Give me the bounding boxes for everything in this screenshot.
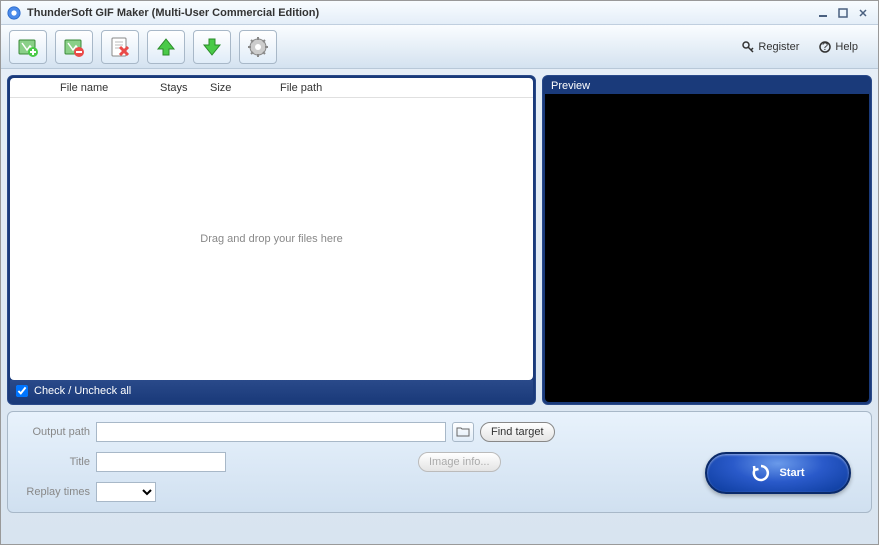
output-path-input[interactable] (96, 422, 446, 442)
start-area: Start (705, 422, 859, 502)
refresh-icon (751, 463, 771, 483)
preview-panel: Preview (542, 75, 872, 405)
help-icon: ? (819, 41, 831, 53)
minimize-button[interactable] (814, 6, 832, 20)
check-all-label: Check / Uncheck all (34, 385, 131, 397)
find-target-button[interactable]: Find target (480, 422, 555, 442)
app-icon (7, 6, 21, 20)
remove-files-button[interactable] (55, 30, 93, 64)
preview-canvas (545, 94, 869, 402)
title-label: Title (20, 456, 90, 468)
replay-row: Replay times (20, 482, 705, 502)
check-all-checkbox[interactable] (16, 385, 28, 397)
replay-label: Replay times (20, 486, 90, 498)
toolbar: Register ? Help (1, 25, 878, 69)
move-down-button[interactable] (193, 30, 231, 64)
svg-text:?: ? (822, 41, 828, 53)
help-label: Help (835, 41, 858, 53)
output-path-label: Output path (20, 426, 90, 438)
dropzone-text: Drag and drop your files here (200, 233, 342, 245)
content-area: File name Stays Size File path Drag and … (1, 69, 878, 544)
output-path-row: Output path Find target (20, 422, 705, 442)
panels-row: File name Stays Size File path Drag and … (7, 75, 872, 405)
register-label: Register (758, 41, 799, 53)
help-link[interactable]: ? Help (819, 41, 858, 53)
titlebar: ThunderSoft GIF Maker (Multi-User Commer… (1, 1, 878, 25)
add-files-button[interactable] (9, 30, 47, 64)
start-label: Start (779, 467, 804, 479)
replay-select[interactable] (96, 482, 156, 502)
register-link[interactable]: Register (742, 41, 799, 53)
window-controls (814, 6, 872, 20)
preview-label: Preview (545, 78, 869, 94)
move-up-button[interactable] (147, 30, 185, 64)
title-input[interactable] (96, 452, 226, 472)
filelist-inner: File name Stays Size File path Drag and … (10, 78, 533, 380)
image-info-button[interactable]: Image info... (418, 452, 501, 472)
form-area: Output path Find target Title Image info… (20, 422, 705, 502)
col-filepath[interactable]: File path (280, 82, 533, 94)
start-button[interactable]: Start (705, 452, 851, 494)
bottom-panel: Output path Find target Title Image info… (7, 411, 872, 513)
maximize-button[interactable] (834, 6, 852, 20)
column-headers: File name Stays Size File path (10, 78, 533, 98)
app-window: ThunderSoft GIF Maker (Multi-User Commer… (0, 0, 879, 545)
dropzone[interactable]: Drag and drop your files here (10, 98, 533, 380)
folder-icon (456, 426, 470, 438)
browse-folder-button[interactable] (452, 422, 474, 442)
title-row: Title Image info... (20, 452, 705, 472)
clear-list-button[interactable] (101, 30, 139, 64)
filelist-panel: File name Stays Size File path Drag and … (7, 75, 536, 405)
window-title: ThunderSoft GIF Maker (Multi-User Commer… (27, 7, 814, 19)
check-all-bar: Check / Uncheck all (10, 380, 533, 402)
col-stays[interactable]: Stays (160, 82, 210, 94)
settings-button[interactable] (239, 30, 277, 64)
col-filename[interactable]: File name (60, 82, 160, 94)
col-size[interactable]: Size (210, 82, 280, 94)
key-icon (742, 41, 754, 53)
close-button[interactable] (854, 6, 872, 20)
